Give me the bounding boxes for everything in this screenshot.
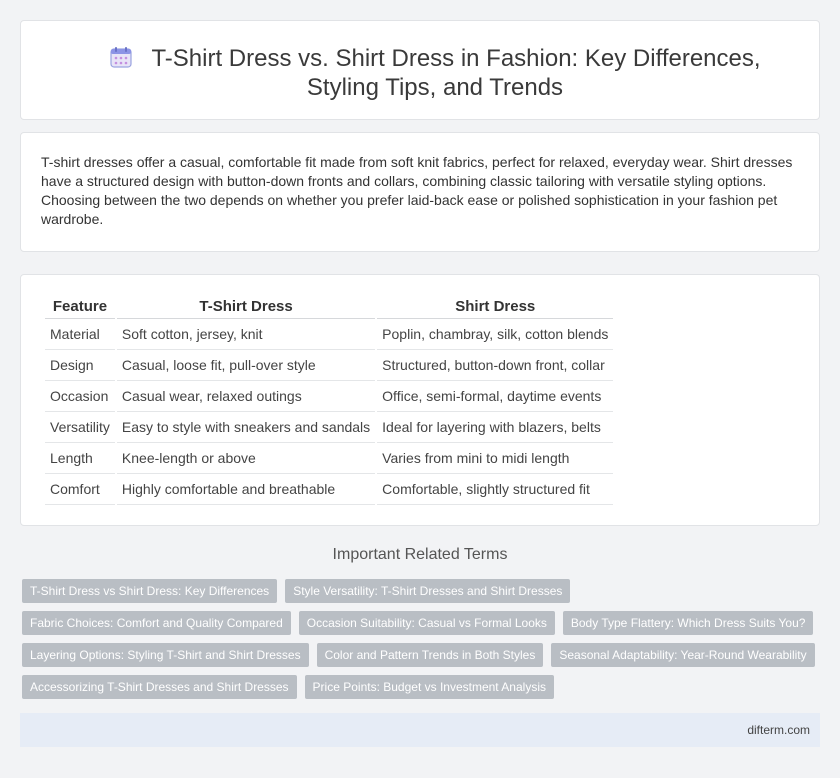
table-cell: Ideal for layering with blazers, belts xyxy=(377,412,614,443)
footer-site-link[interactable]: difterm.com xyxy=(747,723,810,737)
summary-card: T-shirt dresses offer a casual, comforta… xyxy=(20,132,820,252)
table-row: Length Knee-length or above Varies from … xyxy=(45,443,614,474)
header-shirt-dress: Shirt Dress xyxy=(377,295,614,319)
table-row: Comfort Highly comfortable and breathabl… xyxy=(45,474,614,505)
table-cell: Length xyxy=(45,443,115,474)
table-cell: Highly comfortable and breathable xyxy=(116,474,376,505)
related-terms-heading: Important Related Terms xyxy=(332,546,508,563)
table-cell: Design xyxy=(45,350,115,381)
table-cell: Easy to style with sneakers and sandals xyxy=(116,412,376,443)
comparison-table: Feature T-Shirt Dress Shirt Dress Materi… xyxy=(43,295,615,505)
related-term-tag[interactable]: T-Shirt Dress vs Shirt Dress: Key Differ… xyxy=(22,579,278,603)
header-tshirt-dress: T-Shirt Dress xyxy=(116,295,376,319)
table-cell: Material xyxy=(45,319,115,350)
table-row: Versatility Easy to style with sneakers … xyxy=(45,412,614,443)
tag-row: T-Shirt Dress vs Shirt Dress: Key Differ… xyxy=(22,579,822,603)
table-cell: Casual, loose fit, pull-over style xyxy=(116,350,376,381)
page-title: T-Shirt Dress vs. Shirt Dress in Fashion… xyxy=(81,44,789,102)
header-feature: Feature xyxy=(45,295,115,319)
table-cell: Versatility xyxy=(45,412,115,443)
related-term-tag[interactable]: Layering Options: Styling T-Shirt and Sh… xyxy=(22,643,309,667)
table-cell: Comfortable, slightly structured fit xyxy=(377,474,614,505)
related-term-tag[interactable]: Occasion Suitability: Casual vs Formal L… xyxy=(298,611,555,635)
footer: difterm.com xyxy=(20,713,820,747)
table-cell: Occasion xyxy=(45,381,115,412)
table-cell: Casual wear, relaxed outings xyxy=(116,381,376,412)
summary-text: T-shirt dresses offer a casual, comforta… xyxy=(41,154,793,227)
related-term-tag[interactable]: Body Type Flattery: Which Dress Suits Yo… xyxy=(562,611,814,635)
tag-row: Accessorizing T-Shirt Dresses and Shirt … xyxy=(22,675,822,699)
comparison-card: Feature T-Shirt Dress Shirt Dress Materi… xyxy=(20,274,820,526)
table-row: Occasion Casual wear, relaxed outings Of… xyxy=(45,381,614,412)
calendar-icon xyxy=(110,47,133,68)
tag-row: Layering Options: Styling T-Shirt and Sh… xyxy=(22,643,822,667)
related-terms-list: T-Shirt Dress vs Shirt Dress: Key Differ… xyxy=(22,579,822,707)
related-term-tag[interactable]: Fabric Choices: Comfort and Quality Comp… xyxy=(22,611,291,635)
related-term-tag[interactable]: Seasonal Adaptability: Year-Round Wearab… xyxy=(551,643,815,667)
table-cell: Comfort xyxy=(45,474,115,505)
related-term-tag[interactable]: Price Points: Budget vs Investment Analy… xyxy=(304,675,554,699)
table-row: Design Casual, loose fit, pull-over styl… xyxy=(45,350,614,381)
related-term-tag[interactable]: Accessorizing T-Shirt Dresses and Shirt … xyxy=(22,675,297,699)
related-term-tag[interactable]: Color and Pattern Trends in Both Styles xyxy=(316,643,544,667)
page-title-text: T-Shirt Dress vs. Shirt Dress in Fashion… xyxy=(151,45,761,101)
table-cell: Structured, button-down front, collar xyxy=(377,350,614,381)
table-cell: Office, semi-formal, daytime events xyxy=(377,381,614,412)
table-header-row: Feature T-Shirt Dress Shirt Dress xyxy=(45,295,614,319)
table-cell: Knee-length or above xyxy=(116,443,376,474)
tag-row: Fabric Choices: Comfort and Quality Comp… xyxy=(22,611,822,635)
title-card: T-Shirt Dress vs. Shirt Dress in Fashion… xyxy=(20,20,820,120)
table-cell: Varies from mini to midi length xyxy=(377,443,614,474)
table-cell: Soft cotton, jersey, knit xyxy=(116,319,376,350)
table-cell: Poplin, chambray, silk, cotton blends xyxy=(377,319,614,350)
table-row: Material Soft cotton, jersey, knit Popli… xyxy=(45,319,614,350)
related-term-tag[interactable]: Style Versatility: T-Shirt Dresses and S… xyxy=(285,579,571,603)
